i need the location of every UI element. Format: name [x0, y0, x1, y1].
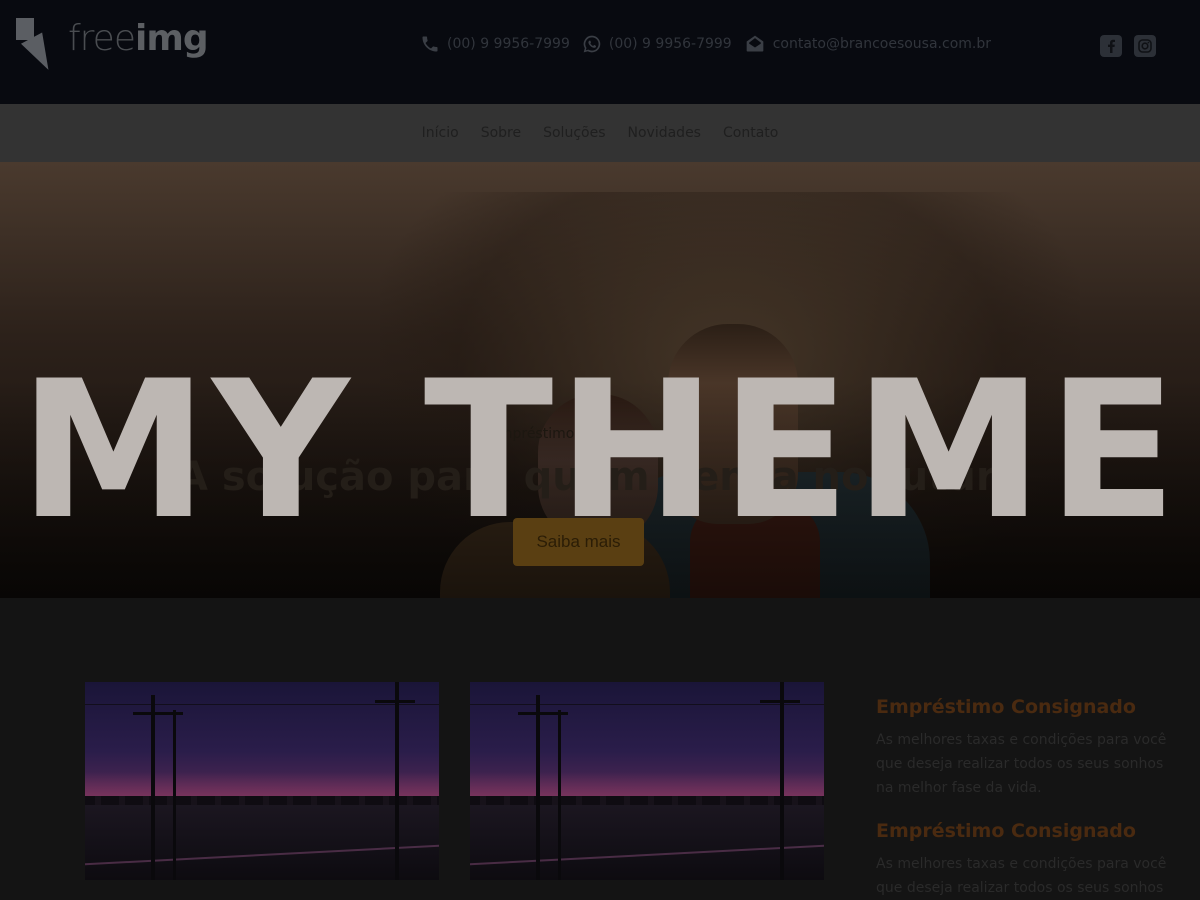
contact-phone-text: (00) 9 9956-7999	[447, 36, 570, 52]
logo-wordmark: freeimg	[68, 18, 209, 59]
sidebar-item-title[interactable]: Empréstimo Consignado	[876, 696, 1176, 718]
social-links	[1100, 35, 1156, 57]
site-logo[interactable]: freeimg	[12, 14, 209, 76]
site-header: freeimg (00) 9 9956-7999 (00) 9 9956-799…	[0, 0, 1200, 104]
phone-icon	[422, 36, 438, 52]
envelope-icon	[746, 35, 764, 52]
logo-text-bold: img	[134, 18, 209, 59]
contact-whatsapp-text: (00) 9 9956-7999	[608, 36, 732, 52]
map-pin-logo-icon	[12, 14, 68, 76]
contact-whatsapp[interactable]: (00) 9 9956-7999	[582, 34, 732, 54]
facebook-icon[interactable]	[1100, 35, 1122, 57]
post-card-image[interactable]	[85, 682, 439, 880]
contact-email-text: contato@brancoesousa.com.br	[772, 36, 991, 52]
nav-item-inicio[interactable]: Início	[422, 125, 459, 141]
nav-item-solucoes[interactable]: Soluções	[543, 125, 605, 141]
nav-item-novidades[interactable]: Novidades	[628, 125, 701, 141]
contact-email[interactable]: contato@brancoesousa.com.br	[744, 34, 991, 54]
nav-item-contato[interactable]: Contato	[723, 125, 778, 141]
sidebar-item-text: As melhores taxas e condições para você …	[876, 732, 1167, 796]
theme-name-overlay: MY THEME	[18, 340, 1182, 561]
contact-list: (00) 9 9956-7999 (00) 9 9956-7999 contat…	[420, 34, 991, 54]
sidebar-item: Empréstimo Consignado As melhores taxas …	[876, 820, 1176, 900]
sidebar-item-text: As melhores taxas e condições para você …	[876, 856, 1167, 896]
instagram-icon[interactable]	[1134, 35, 1156, 57]
logo-text-light: free	[68, 18, 136, 59]
sidebar: Empréstimo Consignado As melhores taxas …	[876, 696, 1176, 900]
sidebar-item-title[interactable]: Empréstimo Consignado	[876, 820, 1176, 842]
page: freeimg (00) 9 9956-7999 (00) 9 9956-799…	[0, 0, 1200, 900]
whatsapp-icon	[583, 35, 601, 53]
post-card-image[interactable]	[470, 682, 824, 880]
contact-phone[interactable]: (00) 9 9956-7999	[420, 34, 570, 54]
nav-item-sobre[interactable]: Sobre	[481, 125, 521, 141]
sidebar-item: Empréstimo Consignado As melhores taxas …	[876, 696, 1176, 800]
main-nav: Início Sobre Soluções Novidades Contato	[0, 104, 1200, 162]
